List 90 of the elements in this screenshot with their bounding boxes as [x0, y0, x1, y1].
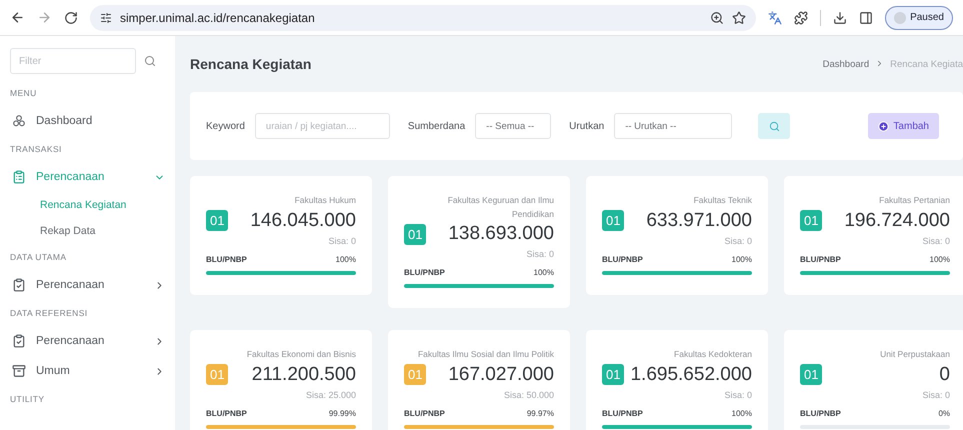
- unit-name: Fakultas Ilmu Sosial dan Ilmu Politik: [416, 348, 554, 362]
- budget-amount: 138.693.000: [448, 223, 554, 246]
- percent-text: 100%: [930, 254, 950, 264]
- keyword-field[interactable]: uraian / pj kegiatan....: [254, 113, 390, 139]
- unit-name: Fakultas Teknik: [692, 194, 752, 207]
- keyword-label: Keyword: [206, 120, 245, 132]
- source-text: BLU/PNBP: [206, 254, 247, 264]
- menu-section-heading: TRANSAKSI: [10, 143, 63, 156]
- budget-amount: 211.200.500: [252, 364, 356, 386]
- remainder-text: Sisa: 0: [525, 249, 554, 260]
- remainder-text: Sisa: 25.000: [304, 390, 356, 400]
- translate-icon[interactable]: [768, 10, 782, 24]
- profile-button[interactable]: Paused: [885, 6, 953, 30]
- unit-name: Fakultas Ekonomi dan Bisnis: [246, 348, 356, 362]
- unit-name: Unit Perpustakaan: [879, 348, 950, 362]
- unit-name: Fakultas Hukum: [294, 194, 356, 207]
- percent-text: 0%: [938, 408, 950, 418]
- source-text: BLU/PNBP: [206, 408, 247, 418]
- percent-text: 99.99%: [328, 408, 356, 418]
- plus-icon: [878, 120, 890, 132]
- budget-amount: 0: [939, 364, 950, 386]
- zoom-icon[interactable]: [710, 10, 724, 24]
- archive-icon: [12, 364, 26, 378]
- source-label: Sumberdana: [408, 120, 466, 132]
- sidebar-item[interactable]: Perencanaan: [10, 270, 165, 300]
- source-select[interactable]: -- Semua --: [475, 113, 552, 139]
- budget-amount: 633.971.000: [646, 210, 752, 232]
- source-text: BLU/PNBP: [800, 254, 841, 264]
- source-text: BLU/PNBP: [602, 254, 643, 264]
- menu-section-heading: MENU: [10, 87, 38, 100]
- side-panel-icon[interactable]: [859, 10, 874, 24]
- search-icon[interactable]: [144, 55, 156, 67]
- bookmark-star-icon[interactable]: [732, 10, 746, 24]
- page-title: Rencana Kegiatan: [190, 56, 312, 72]
- percent-text: 100%: [534, 268, 554, 278]
- add-button[interactable]: Tambah: [868, 113, 939, 139]
- code-badge: 01: [404, 224, 426, 245]
- back-icon[interactable]: [10, 10, 25, 25]
- remainder-text: Sisa: 50.000: [502, 390, 554, 400]
- clipboard-check-icon: [12, 278, 26, 292]
- code-badge: 01: [800, 364, 822, 386]
- remainder-text: Sisa: 0: [921, 236, 950, 246]
- code-badge: 01: [206, 210, 228, 232]
- search-icon: [768, 120, 780, 132]
- avatar-icon: [894, 12, 906, 24]
- unit-name: Fakultas Kedokteran: [673, 348, 752, 362]
- unit-name: Fakultas Keguruan dan Ilmu Pendidikan: [446, 194, 554, 221]
- sidebar-item[interactable]: Umum: [10, 356, 165, 386]
- percent-text: 100%: [732, 254, 752, 264]
- budget-amount: 196.724.000: [844, 210, 950, 232]
- menu-section-heading: DATA REFERENSI: [10, 307, 89, 320]
- budget-amount: 167.027.000: [448, 364, 554, 386]
- menu-section-heading: DATA UTAMA: [10, 251, 68, 264]
- address-bar[interactable]: simper.unimal.ac.id/rencanakegiatan: [90, 4, 756, 30]
- remainder-text: Sisa: 0: [921, 390, 950, 400]
- remainder-text: Sisa: 0: [723, 390, 752, 400]
- budget-amount: 146.045.000: [250, 210, 356, 232]
- sidebar-item[interactable]: Perencanaan: [10, 326, 165, 356]
- filter-field[interactable]: Filter: [10, 48, 136, 74]
- site-settings-icon[interactable]: [100, 12, 112, 24]
- source-text: BLU/PNBP: [602, 408, 643, 418]
- unit-name: Fakultas Pertanian: [878, 194, 950, 207]
- breadcrumb-link[interactable]: Dashboard: [822, 58, 870, 70]
- budget-amount: 1.695.652.000: [630, 364, 752, 386]
- source-text: BLU/PNBP: [404, 408, 445, 418]
- remainder-text: Sisa: 0: [327, 236, 356, 246]
- code-badge: 01: [602, 210, 624, 232]
- sidebar-item[interactable]: Dashboard: [10, 106, 165, 136]
- clipboard-check-icon: [12, 334, 26, 348]
- code-badge: 01: [206, 364, 228, 386]
- reload-icon[interactable]: [64, 10, 78, 24]
- remainder-text: Sisa: 0: [723, 236, 752, 246]
- menu-section-heading: UTILITY: [10, 393, 46, 406]
- extensions-icon[interactable]: [794, 10, 808, 24]
- code-badge: 01: [800, 210, 822, 232]
- dashboard-icon: [12, 114, 26, 128]
- code-badge: 01: [404, 364, 426, 386]
- source-text: BLU/PNBP: [800, 408, 841, 418]
- download-icon[interactable]: [833, 10, 848, 24]
- percent-text: 100%: [732, 408, 752, 418]
- sidebar-subitem[interactable]: Rekap Data: [10, 218, 165, 244]
- sidebar-item[interactable]: Perencanaan: [10, 162, 165, 192]
- percent-text: 99.97%: [526, 408, 554, 418]
- source-text: BLU/PNBP: [404, 268, 445, 278]
- sort-label: Urutkan: [569, 120, 604, 132]
- percent-text: 100%: [336, 254, 356, 264]
- sort-select[interactable]: -- Urutkan --: [614, 113, 732, 139]
- url-text: simper.unimal.ac.id/rencanakegiatan: [120, 10, 316, 24]
- sidebar-subitem[interactable]: Rencana Kegiatan: [10, 192, 165, 218]
- code-badge: 01: [602, 364, 624, 386]
